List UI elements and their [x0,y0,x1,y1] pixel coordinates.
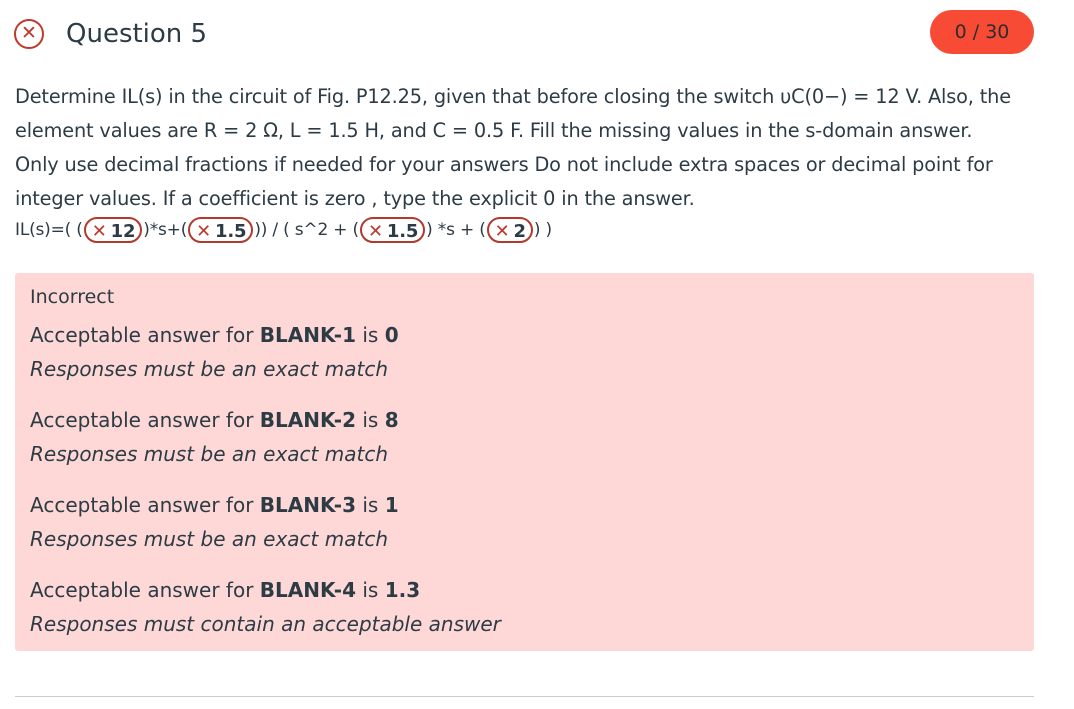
feedback-item: Acceptable answer for BLANK-3 is 1 Respo… [30,488,1019,556]
formula-text: ) *s + ( [426,220,486,240]
blank-4-value: 2 [513,221,527,242]
feedback-is: is [362,408,379,432]
question-text-line: integer values. If a coefficient is zero… [15,187,695,210]
score-badge: 0 / 30 [930,10,1034,54]
correct-answer: 8 [384,408,399,432]
feedback-answer-line: Acceptable answer for BLANK-3 is 1 [30,488,1019,522]
feedback-is: is [362,578,379,602]
answer-formula: IL(s)=( (✕ 12)*s+(✕ 1.5)) / ( s^2 + (✕ 1.5)… [15,214,552,246]
blank-2-answer: ✕ 1.5 [188,217,254,243]
formula-text: )) / ( s^2 + ( [254,220,359,240]
question-text-line: Determine IL(s) in the circuit of Fig. P… [15,85,1011,108]
question-text-line: element values are R = 2 Ω, L = 1.5 H, a… [15,119,973,142]
blank-2-value: 1.5 [215,221,247,242]
incorrect-x-icon: ✕ [494,221,510,242]
feedback-prefix: Acceptable answer for [30,323,254,347]
formula-text: ) ) [533,220,552,240]
feedback-prefix: Acceptable answer for [30,493,254,517]
blank-1-answer: ✕ 12 [83,217,143,243]
incorrect-x-icon: ✕ [196,221,212,242]
divider [15,696,1034,697]
feedback-note: Responses must be an exact match [30,357,388,381]
feedback-answer-line: Acceptable answer for BLANK-4 is 1.3 [30,573,1019,607]
question-text-line: Only use decimal fractions if needed for… [15,153,993,176]
feedback-note: Responses must contain an acceptable ans… [30,612,501,636]
incorrect-x-icon: ✕ [91,221,107,242]
feedback-item: Acceptable answer for BLANK-1 is 0 Respo… [30,318,1019,386]
feedback-item: Acceptable answer for BLANK-4 is 1.3 Res… [30,573,1019,641]
feedback-is: is [362,323,379,347]
feedback-note: Responses must be an exact match [30,527,388,551]
blank-3-answer: ✕ 1.5 [359,217,426,243]
correct-answer: 1.3 [384,578,421,602]
incorrect-x-icon: ✕ [367,221,383,242]
feedback-panel: Incorrect Acceptable answer for BLANK-1 … [15,273,1034,651]
feedback-answer-line: Acceptable answer for BLANK-1 is 0 [30,318,1019,352]
blank-1-value: 12 [110,221,136,242]
question-title: Question 5 [66,19,208,49]
formula-text: IL(s)=( ( [15,220,83,240]
question-header: ✕ Question 5 0 / 30 [14,10,1034,56]
correct-answer: 0 [384,323,399,347]
x-circle-icon: ✕ [14,19,44,49]
feedback-is: is [362,493,379,517]
blank-4-answer: ✕ 2 [486,217,533,243]
blank-label: BLANK-2 [259,408,356,432]
feedback-prefix: Acceptable answer for [30,578,254,602]
feedback-title: Incorrect [30,286,115,308]
feedback-item: Acceptable answer for BLANK-2 is 8 Respo… [30,403,1019,471]
question-text: Determine IL(s) in the circuit of Fig. P… [15,80,1035,216]
formula-text: )*s+( [143,220,188,240]
feedback-note: Responses must be an exact match [30,442,388,466]
feedback-prefix: Acceptable answer for [30,408,254,432]
blank-label: BLANK-4 [259,578,356,602]
correct-answer: 1 [384,493,399,517]
blank-3-value: 1.5 [386,221,419,242]
blank-label: BLANK-1 [259,323,356,347]
blank-label: BLANK-3 [259,493,356,517]
feedback-answer-line: Acceptable answer for BLANK-2 is 8 [30,403,1019,437]
